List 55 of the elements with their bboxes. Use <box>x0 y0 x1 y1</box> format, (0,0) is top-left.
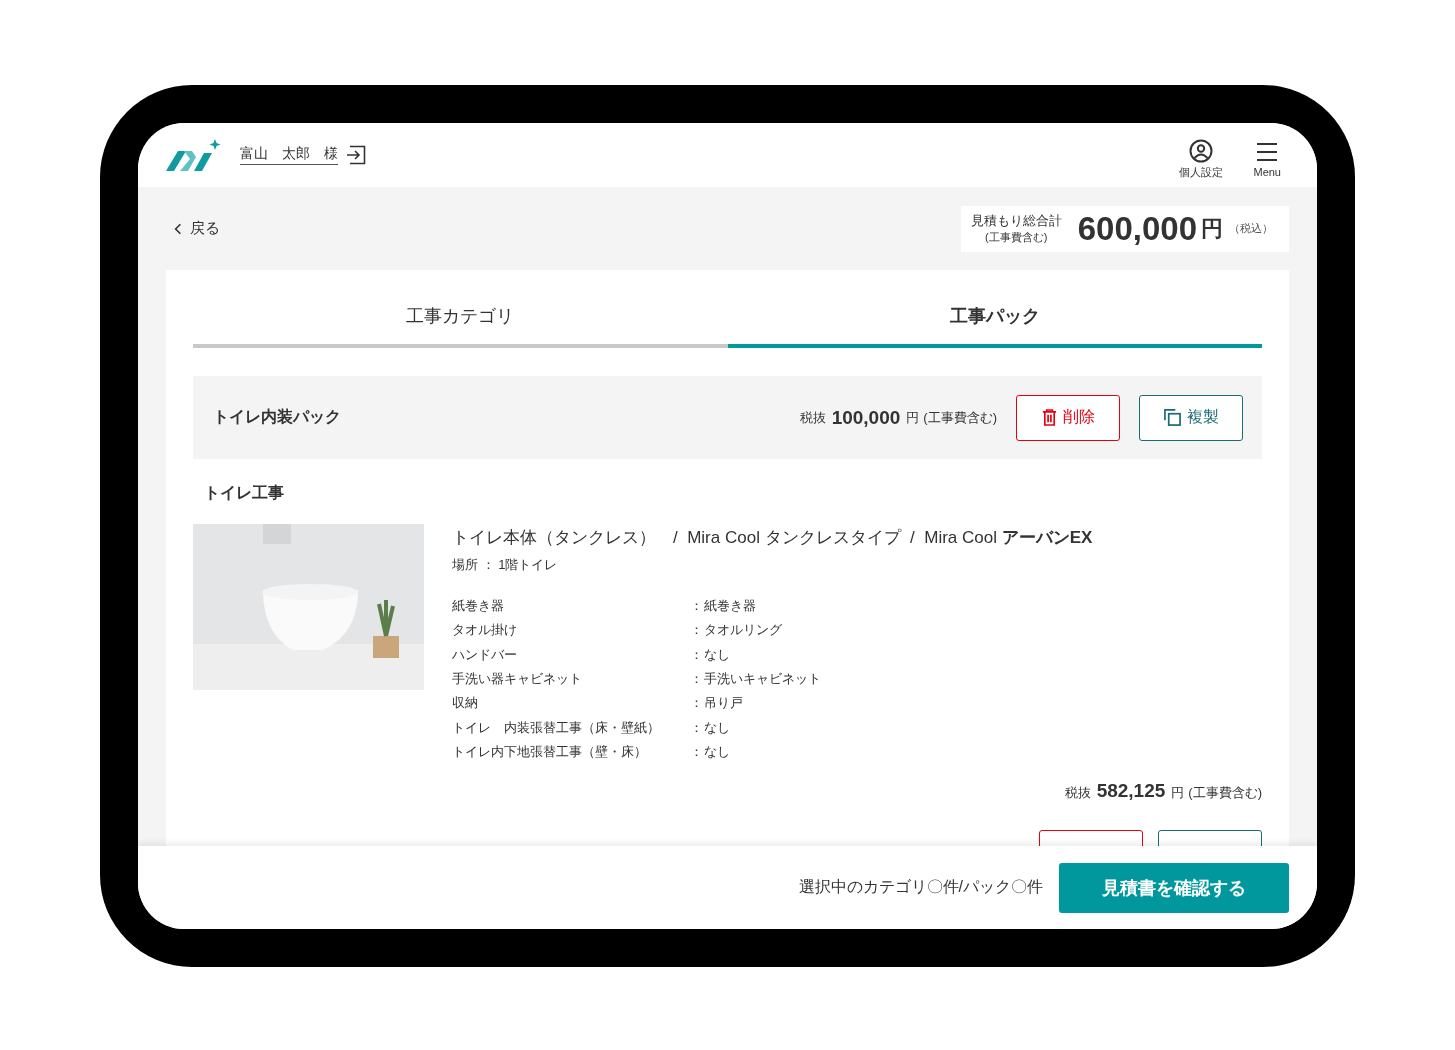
subtotal-note: (工事費含む) <box>1188 784 1262 803</box>
user-name-link[interactable]: 富山 太郎 様 <box>240 145 338 165</box>
chevron-left-icon <box>174 222 182 235</box>
spec-label: ハンドバー <box>452 645 518 664</box>
pack-price: 100,000 <box>831 406 901 429</box>
section-title: トイレ工事 <box>204 483 285 503</box>
spec-value: 手洗いキャビネット <box>704 670 821 689</box>
logo-icon <box>166 139 222 173</box>
spec-value: なし <box>704 718 730 737</box>
product-title: トイレ本体（タンクレス） / Mira Cool タンクレスタイプ / Mira Cool アーバンEX <box>452 527 1093 549</box>
spec-value: なし <box>704 645 730 664</box>
total-unit: 円 <box>1201 214 1223 243</box>
spec-colon: ： <box>690 621 704 640</box>
spec-colon: ： <box>690 718 704 737</box>
spec-label: トイレ内下地張替工事（壁・床） <box>452 742 648 761</box>
spec-colon: ： <box>690 742 704 761</box>
back-link[interactable]: 戻る <box>174 219 220 238</box>
total-amount: 600,000 <box>1077 209 1197 248</box>
pack-price-unit: 円 <box>906 408 920 427</box>
tab[interactable]: 工事パック <box>727 298 1262 348</box>
spec-colon: ： <box>690 645 704 664</box>
user-icon <box>1189 138 1214 163</box>
menu-icon <box>1255 140 1280 164</box>
spec-value: なし <box>704 742 730 761</box>
delete-button[interactable]: 削除 <box>1016 394 1120 441</box>
spec-label: 手洗い器キャビネット <box>452 670 583 689</box>
spec-value: タオルリング <box>704 621 782 640</box>
spec-label: 紙巻き器 <box>452 597 505 616</box>
spec-label: 収納 <box>452 694 479 713</box>
tax-note: （税込） <box>1229 221 1273 236</box>
spec-colon: ： <box>690 670 704 689</box>
pack-price-note: (工事費含む) <box>923 408 997 427</box>
selection-summary: 選択中のカテゴリ〇件/パック〇件 <box>798 877 1043 897</box>
location-text: 場所 ： 1階トイレ <box>452 556 559 574</box>
menu-button[interactable]: Menu <box>1253 132 1281 178</box>
subtotal-price: 582,125 <box>1096 780 1166 803</box>
spec-value: 紙巻き器 <box>704 597 756 616</box>
trash-icon <box>1041 409 1057 426</box>
profile-settings-button[interactable]: 個人設定 <box>1179 130 1224 180</box>
total-label: 見積もり総合計 <box>970 212 1062 230</box>
subtotal-unit: 円 <box>1171 784 1185 803</box>
spec-colon: ： <box>690 694 704 713</box>
confirm-estimate-button[interactable]: 見積書を確認する <box>1059 862 1289 913</box>
spec-label: トイレ 内装張替工事（床・壁紙） <box>452 718 661 737</box>
tab[interactable]: 工事カテゴリ <box>193 298 728 348</box>
spec-value: 吊り戸 <box>704 694 743 713</box>
pack-price-prefix: 税抜 <box>799 408 826 427</box>
logout-icon[interactable] <box>346 145 366 165</box>
subtotal-prefix: 税抜 <box>1064 784 1091 803</box>
spec-colon: ： <box>690 597 704 616</box>
spec-label: タオル掛け <box>452 621 518 640</box>
pack-name: トイレ内装パック <box>213 407 341 427</box>
copy-icon <box>1163 409 1181 426</box>
duplicate-button[interactable]: 複製 <box>1139 394 1243 441</box>
total-note: (工事費含む) <box>985 230 1048 245</box>
